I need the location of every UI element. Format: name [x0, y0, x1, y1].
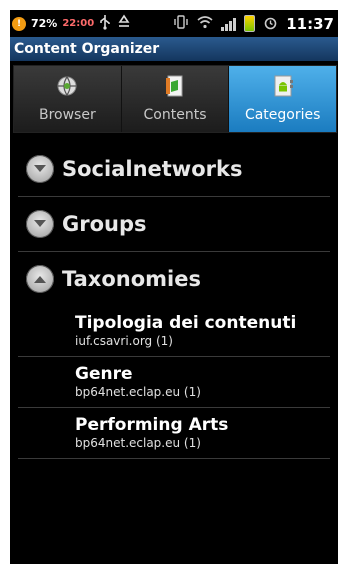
tab-browser-label: Browser — [38, 107, 96, 123]
list-item[interactable]: Tipologia dei contenuti iuf.csavri.org (… — [18, 306, 330, 357]
device-screen: ! 72% 22:00 11:37 Content Organizer Brow… — [10, 10, 338, 564]
globe-icon — [56, 75, 78, 101]
tab-categories-label: Categories — [244, 107, 321, 123]
category-list: Socialnetworks Groups Taxonomies Tipolog… — [10, 142, 338, 459]
wifi-icon — [197, 15, 213, 32]
group-socialnetworks[interactable]: Socialnetworks — [18, 142, 330, 197]
battery-percent: 72% — [31, 17, 58, 30]
alarm-icon — [263, 15, 278, 33]
vibrate-icon — [173, 15, 189, 32]
signal-icon — [221, 17, 237, 31]
chevron-down-icon[interactable] — [26, 210, 54, 238]
recycle-icon — [116, 14, 132, 33]
list-item[interactable]: Genre bp64net.eclap.eu (1) — [18, 357, 330, 408]
chevron-up-icon[interactable] — [26, 265, 54, 293]
item-title: Tipologia dei contenuti — [75, 313, 297, 333]
group-taxonomies[interactable]: Taxonomies — [18, 252, 330, 306]
tab-contents-label: Contents — [143, 107, 207, 123]
app-title-bar: Content Organizer — [10, 37, 338, 61]
group-label: Groups — [62, 212, 147, 236]
group-label: Taxonomies — [62, 267, 201, 291]
item-subtitle: bp64net.eclap.eu (1) — [75, 436, 201, 450]
tab-contents[interactable]: Contents — [121, 66, 230, 132]
item-title: Genre — [75, 364, 133, 384]
item-subtitle: bp64net.eclap.eu (1) — [75, 385, 201, 399]
status-bar: ! 72% 22:00 11:37 — [10, 10, 338, 37]
item-title: Performing Arts — [75, 415, 229, 435]
android-folder-icon — [273, 75, 293, 101]
usb-icon — [99, 14, 111, 33]
group-label: Socialnetworks — [62, 157, 243, 181]
tab-browser[interactable]: Browser — [14, 66, 122, 132]
group-groups[interactable]: Groups — [18, 197, 330, 252]
document-icon — [166, 75, 184, 101]
alert-icon: ! — [12, 16, 26, 31]
chevron-down-icon[interactable] — [26, 155, 54, 183]
tab-bar: Browser Contents Categories — [13, 65, 337, 133]
battery-icon — [244, 15, 256, 32]
clock: 11:37 — [286, 14, 334, 33]
item-subtitle: iuf.csavri.org (1) — [75, 334, 173, 348]
app-title: Content Organizer — [14, 41, 160, 57]
list-item[interactable]: Performing Arts bp64net.eclap.eu (1) — [18, 408, 330, 459]
tab-categories[interactable]: Categories — [229, 66, 337, 132]
small-time: 22:00 — [62, 18, 95, 29]
